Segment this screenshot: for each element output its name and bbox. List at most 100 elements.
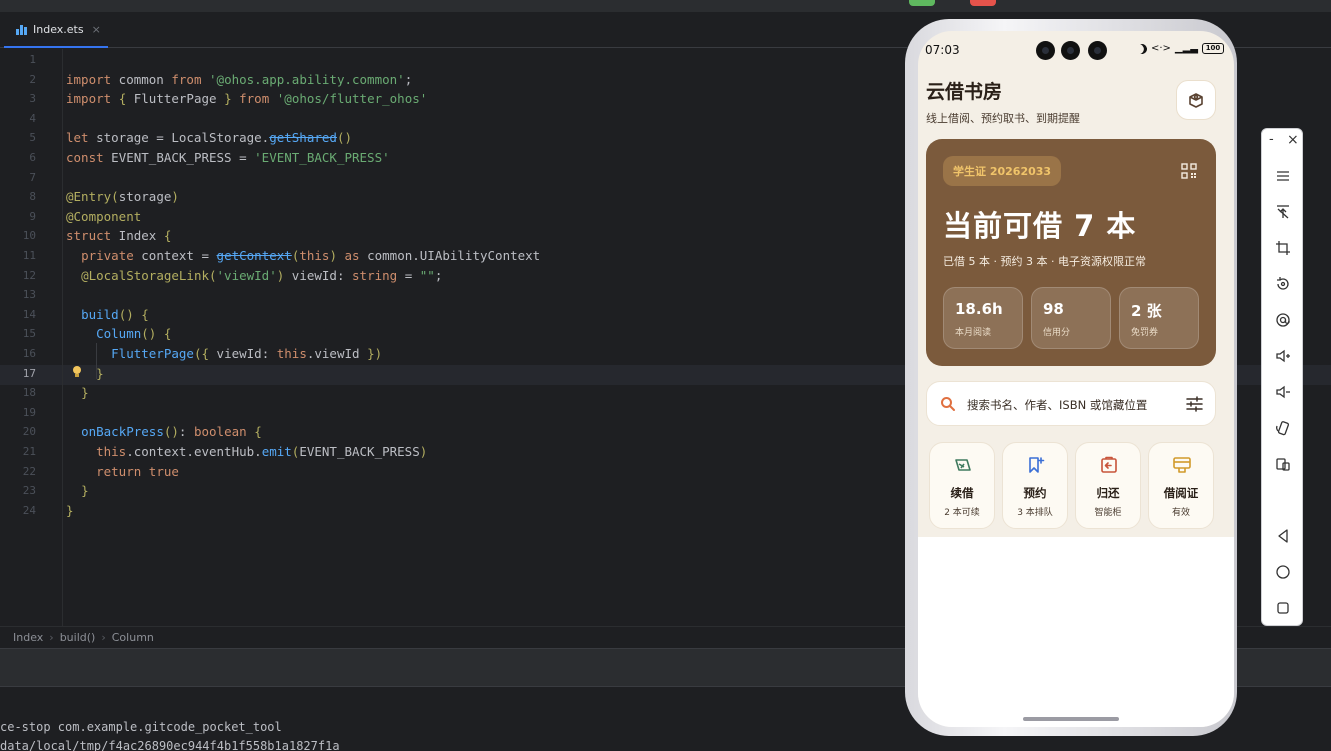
tab-close-icon[interactable]: × xyxy=(92,23,101,36)
code-line: } xyxy=(96,365,104,381)
chevron-right-icon: › xyxy=(49,631,54,644)
student-id-badge: 学生证 20262033 xyxy=(943,156,1062,186)
screenshot-button[interactable] xyxy=(1273,454,1293,474)
code-line: private context = getContext(this) as co… xyxy=(81,248,541,263)
crop-button[interactable] xyxy=(1273,238,1293,258)
code-line: Column() { xyxy=(96,326,172,342)
stat-waiver-coupons[interactable]: 2 张 免罚券 xyxy=(1119,287,1199,349)
code-line: let storage = LocalStorage.getShared() xyxy=(66,130,352,146)
camera-icon xyxy=(1036,41,1055,60)
window-minimize-button[interactable]: - xyxy=(1269,132,1274,147)
qr-code-icon[interactable] xyxy=(1181,163,1197,179)
line-number: 24 xyxy=(22,503,36,517)
available-count-heading: 当前可借 7 本 xyxy=(943,209,1137,243)
code-line: return true xyxy=(96,463,179,479)
status-icons: <·> ▁▂▃ 100 xyxy=(1137,43,1224,54)
line-number: 2 xyxy=(29,72,36,86)
line-number: 7 xyxy=(29,170,36,184)
line-number: 22 xyxy=(22,464,36,478)
code-line: struct Index { xyxy=(66,228,172,244)
line-number: 13 xyxy=(22,288,36,302)
tile-library-card[interactable]: 借阅证 有效 xyxy=(1148,442,1214,529)
home-button[interactable] xyxy=(1273,562,1293,582)
home-icon xyxy=(1276,565,1290,579)
back-button[interactable] xyxy=(1273,526,1293,546)
line-number: 20 xyxy=(22,425,36,439)
code-line: @LocalStorageLink('viewId') viewId: stri… xyxy=(81,267,443,283)
line-number: 10 xyxy=(22,229,36,243)
status-bar: 07:03 <·> ▁▂▃ 100 xyxy=(918,31,1234,69)
tile-renew[interactable]: 续借 2 本可续 xyxy=(929,442,995,529)
tile-return[interactable]: 归还 智能柜 xyxy=(1075,442,1141,529)
tile-reserve[interactable]: 预约 3 本排队 xyxy=(1002,442,1068,529)
code-line: import { FlutterPage } from '@ohos/flutt… xyxy=(66,91,428,107)
code-line: } xyxy=(81,385,89,401)
recents-button[interactable] xyxy=(1273,598,1293,618)
filter-icon[interactable] xyxy=(1186,396,1203,412)
line-gutter: 1 2 3 4 5 6 7 8 9 10 11 12 13 14 15 16 17 18 19 20 21 22 23 24 xyxy=(0,49,63,626)
search-input[interactable]: 搜索书名、作者、ISBN 或馆藏位置 xyxy=(967,397,1147,413)
stat-label: 本月阅读 xyxy=(955,328,992,338)
volume-up-button[interactable] xyxy=(1273,346,1293,366)
line-number: 9 xyxy=(29,209,36,223)
line-number: 8 xyxy=(29,190,36,204)
breadcrumb-column[interactable]: Column xyxy=(112,631,154,644)
code-line: import common from '@ohos.app.ability.co… xyxy=(66,71,413,87)
breadcrumb-index[interactable]: Index xyxy=(13,631,43,644)
code-line: onBackPress(): boolean { xyxy=(81,424,262,440)
breadcrumb-build[interactable]: build() xyxy=(60,631,96,644)
stop-indicator[interactable] xyxy=(970,0,996,6)
tile-subtitle: 智能柜 xyxy=(1094,508,1122,518)
code-line: @Entry(storage) xyxy=(66,189,179,205)
shake-button[interactable] xyxy=(1273,418,1293,438)
rotate-button[interactable] xyxy=(1273,274,1293,294)
home-indicator[interactable] xyxy=(1023,717,1119,721)
back-icon xyxy=(1278,529,1288,543)
borrow-card[interactable]: 学生证 20262033 当前可借 7 本 已借 5 本 · 预约 3 本 · … xyxy=(926,139,1216,366)
battery-icon: 100 xyxy=(1202,43,1224,54)
network-icon: <·> xyxy=(1150,43,1171,54)
tab-index-ets[interactable]: Index.ets × xyxy=(4,12,108,48)
code-line: FlutterPage({ viewId: this.viewId }) xyxy=(111,346,383,361)
run-indicator[interactable] xyxy=(909,0,935,6)
code-line: build() { xyxy=(81,306,149,322)
tile-subtitle: 3 本排队 xyxy=(1017,508,1053,518)
tile-subtitle: 2 本可续 xyxy=(944,508,980,518)
menu-button[interactable] xyxy=(1273,166,1293,186)
code-line: const EVENT_BACK_PRESS = 'EVENT_BACK_PRE… xyxy=(66,150,390,165)
file-icon xyxy=(16,23,28,35)
line-number: 15 xyxy=(22,327,36,341)
pin-top-button[interactable] xyxy=(1273,202,1293,222)
location-icon xyxy=(1276,313,1290,327)
box-icon xyxy=(1189,93,1203,108)
borrow-summary: 已借 5 本 · 预约 3 本 · 电子资源权限正常 xyxy=(943,255,1146,268)
bookmark-add-icon xyxy=(1029,457,1045,473)
menu-icon xyxy=(1277,171,1289,181)
line-number: 1 xyxy=(29,53,36,66)
tile-title: 归还 xyxy=(1096,486,1120,500)
app-subtitle: 线上借阅、预约取书、到期提醒 xyxy=(926,112,1080,125)
signal-icon: ▁▂▃ xyxy=(1174,43,1198,54)
code-line: @Component xyxy=(66,208,142,224)
line-number: 16 xyxy=(22,347,36,360)
code-line: this.context.eventHub.emit(EVENT_BACK_PR… xyxy=(96,444,428,459)
location-button[interactable] xyxy=(1273,310,1293,330)
terminal-line: data/local/tmp/f4ac26890ec944f4b1f558b1a… xyxy=(0,739,340,751)
line-number: 6 xyxy=(29,151,36,164)
phone-screen[interactable]: 07:03 <·> ▁▂▃ 100 云借书房 线上借阅、预约取书、到期提醒 学生… xyxy=(918,31,1234,727)
line-number: 17 xyxy=(22,366,36,380)
volume-down-button[interactable] xyxy=(1273,382,1293,402)
code-line: } xyxy=(66,502,74,518)
stat-label: 信用分 xyxy=(1043,328,1071,338)
terminal-line: ce-stop com.example.gitcode_pocket_tool xyxy=(0,720,282,734)
screenshot-icon xyxy=(1276,458,1290,471)
volume-down-icon xyxy=(1276,385,1290,399)
header-action-button[interactable] xyxy=(1176,80,1216,120)
code-line: } xyxy=(81,483,89,499)
renew-icon xyxy=(955,459,971,471)
stat-credit-score[interactable]: 98 信用分 xyxy=(1031,287,1111,349)
line-number: 21 xyxy=(22,445,36,458)
window-close-button[interactable]: × xyxy=(1287,132,1299,148)
stat-reading-hours[interactable]: 18.6h 本月阅读 xyxy=(943,287,1023,349)
search-bar[interactable]: 搜索书名、作者、ISBN 或馆藏位置 xyxy=(926,381,1216,426)
